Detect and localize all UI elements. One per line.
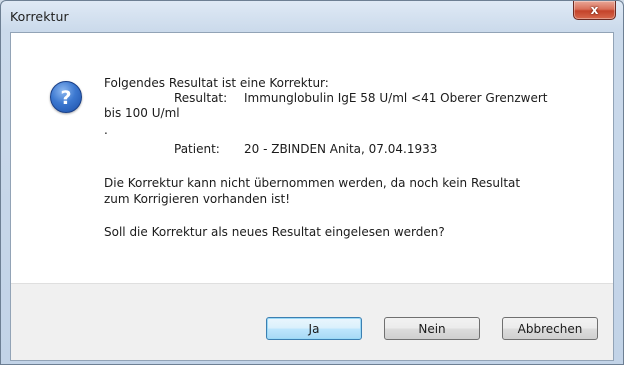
message-separator: . bbox=[104, 123, 108, 137]
message-question: Soll die Korrektur als neues Resultat ei… bbox=[104, 225, 445, 239]
patient-label: Patient: bbox=[174, 142, 220, 156]
no-button[interactable]: Nein bbox=[384, 317, 480, 340]
dialog-window: Korrektur x ? Folgendes Resultat ist ein… bbox=[0, 0, 624, 365]
message-explanation-line1: Die Korrektur kann nicht übernommen werd… bbox=[104, 176, 521, 190]
dialog-client-area: ? Folgendes Resultat ist eine Korrektur:… bbox=[10, 32, 614, 361]
cancel-button[interactable]: Abbrechen bbox=[502, 317, 598, 340]
message-explanation-line2: zum Korrigieren vorhanden ist! bbox=[104, 192, 291, 206]
result-value: Immunglobulin IgE 58 U/ml <41 Oberer Gre… bbox=[244, 91, 548, 105]
window-title: Korrektur bbox=[10, 9, 69, 24]
message-heading: Folgendes Resultat ist eine Korrektur: bbox=[104, 76, 329, 90]
svg-text:?: ? bbox=[60, 87, 71, 109]
close-icon: x bbox=[590, 3, 599, 17]
message-area: ? Folgendes Resultat ist eine Korrektur:… bbox=[11, 33, 613, 283]
button-bar: Ja Nein Abbrechen bbox=[11, 283, 613, 360]
title-bar[interactable]: Korrektur x bbox=[1, 1, 623, 31]
result-value-continued: bis 100 U/ml bbox=[104, 106, 180, 120]
patient-value: 20 - ZBINDEN Anita, 07.04.1933 bbox=[244, 142, 438, 156]
close-button[interactable]: x bbox=[573, 1, 616, 20]
yes-button[interactable]: Ja bbox=[266, 317, 362, 340]
question-icon: ? bbox=[50, 81, 82, 113]
result-label: Resultat: bbox=[174, 91, 228, 105]
